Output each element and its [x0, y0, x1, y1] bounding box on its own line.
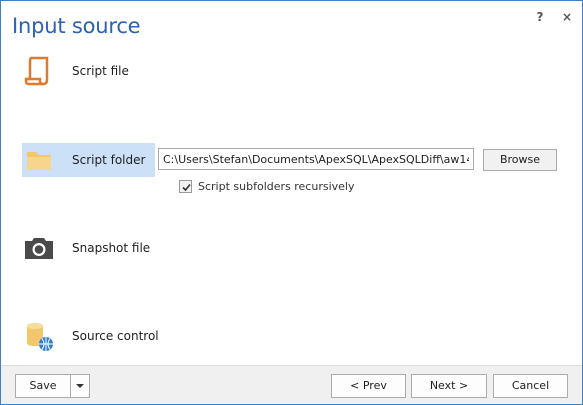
database-globe-icon — [22, 319, 56, 353]
folder-icon — [22, 143, 56, 177]
checkmark-icon — [182, 183, 191, 192]
recursive-checkbox[interactable] — [179, 180, 192, 193]
option-label: Source control — [72, 329, 159, 343]
input-source-dialog: Input source ? × Script file Script fold… — [0, 0, 583, 405]
option-label: Script folder — [72, 153, 146, 167]
dialog-footer: Save < Prev Next > Cancel — [1, 365, 582, 404]
option-label: Script file — [72, 64, 129, 78]
dialog-title: Input source — [12, 14, 141, 38]
browse-button[interactable]: Browse — [483, 149, 557, 171]
option-snapshot-file[interactable]: Snapshot file — [22, 231, 155, 265]
save-button[interactable]: Save — [15, 374, 71, 398]
close-button[interactable]: × — [558, 8, 576, 26]
option-label: Snapshot file — [72, 241, 151, 255]
save-dropdown-button[interactable] — [70, 374, 90, 398]
option-script-file[interactable]: Script file — [22, 54, 155, 88]
camera-icon — [22, 231, 56, 265]
cancel-button[interactable]: Cancel — [493, 374, 568, 398]
script-file-icon — [22, 54, 56, 88]
option-source-control[interactable]: Source control — [22, 319, 159, 353]
option-script-folder[interactable]: Script folder — [22, 143, 155, 177]
chevron-down-icon — [76, 384, 84, 388]
folder-path-input[interactable] — [158, 148, 474, 170]
help-button[interactable]: ? — [531, 8, 549, 26]
recursive-checkbox-label: Script subfolders recursively — [198, 180, 355, 193]
next-button[interactable]: Next > — [411, 374, 487, 398]
prev-button[interactable]: < Prev — [331, 374, 406, 398]
